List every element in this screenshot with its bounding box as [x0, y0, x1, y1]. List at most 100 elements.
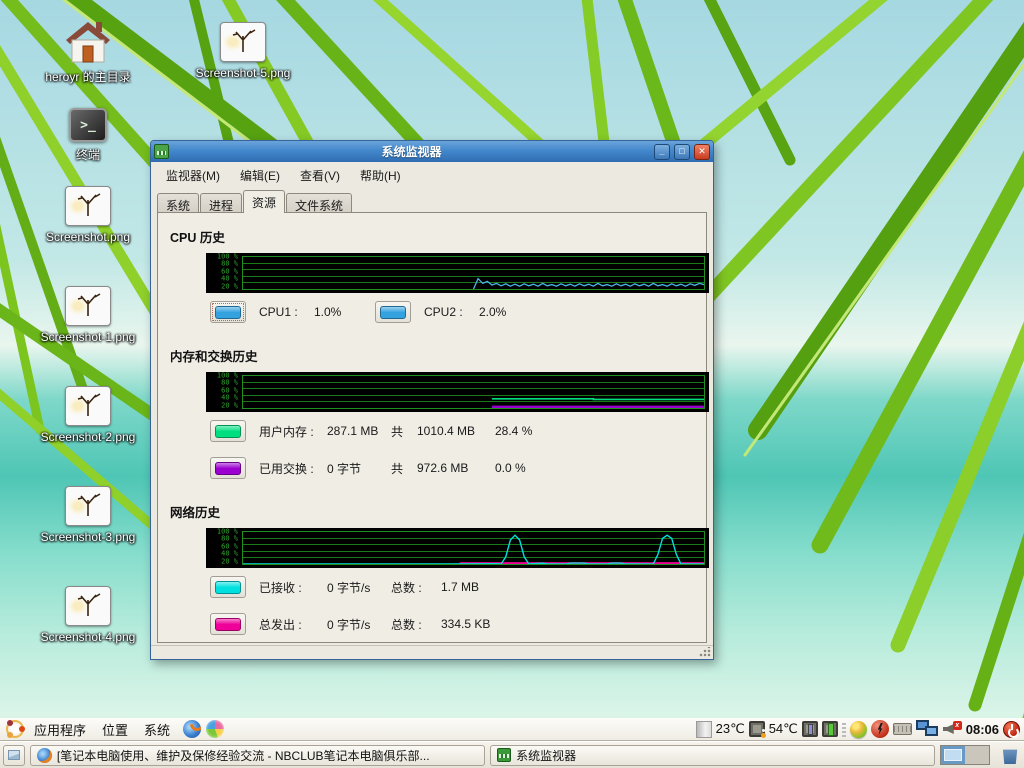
image-thumbnail-icon [65, 186, 111, 226]
cpu-legend-row: CPU1 : 1.0% CPU2 : 2.0% [210, 300, 706, 324]
swap-legend-row: 已用交换 : 0 字节 共 972.6 MB 0.0 % [210, 456, 706, 480]
volume-muted-icon[interactable]: x [942, 721, 962, 737]
home-icon [65, 20, 111, 64]
system-monitor-window: 系统监视器 _ □ ✕ 监视器(M) 编辑(E) 查看(V) 帮助(H) 系统 … [150, 140, 714, 660]
close-button[interactable]: ✕ [694, 144, 710, 160]
tab-resources[interactable]: 资源 [243, 190, 285, 213]
memory-plot-area [242, 375, 705, 409]
cpu1-color-button[interactable] [210, 301, 246, 323]
sensor-chip2-icon[interactable] [822, 721, 838, 737]
menu-edit[interactable]: 编辑(E) [231, 165, 289, 186]
network-plot-area [242, 531, 705, 565]
desktop-icon-label: Screenshot-2.png [41, 430, 136, 444]
applications-menu[interactable]: 应用程序 [26, 718, 94, 741]
image-thumbnail-icon [65, 386, 111, 426]
minimize-button[interactable]: _ [654, 144, 670, 160]
network-history-graph: 100 % 80 % 60 % 40 % 20 % [206, 528, 709, 568]
desktop-icon-label: 终端 [76, 146, 100, 163]
power-alert-icon[interactable] [871, 720, 889, 738]
swap-value: 0 字节 [327, 460, 391, 477]
taskbar-window-title: [笔记本电脑使用、维护及保修经验交流 - NBCLUB笔记本电脑俱乐部... [57, 747, 430, 764]
desktop-icon-label: Screenshot-5.png [196, 66, 291, 80]
cpu-temperature: 54℃ [769, 721, 798, 737]
system-monitor-icon [497, 748, 511, 762]
menu-monitor[interactable]: 监视器(M) [157, 165, 229, 186]
menu-help[interactable]: 帮助(H) [351, 165, 410, 186]
network-out-total-label: 总数 : [391, 616, 441, 633]
desktop-icon-label: Screenshot-3.png [41, 530, 136, 544]
image-thumbnail-icon [65, 486, 111, 526]
cpu-axis: 100 % 80 % 60 % 40 % 20 % [206, 256, 240, 290]
cpufreq-applet-icon[interactable] [696, 721, 712, 738]
menu-view[interactable]: 查看(V) [291, 165, 349, 186]
trash-icon[interactable] [1001, 746, 1019, 764]
taskbar-window-title: 系统监视器 [516, 747, 576, 764]
network-out-total: 334.5 KB [441, 617, 519, 631]
ambient-temperature: 23℃ [716, 721, 745, 737]
firefox-icon [37, 748, 52, 763]
image-thumbnail-icon [65, 586, 111, 626]
network-out-swatch [215, 618, 241, 631]
maximize-button[interactable]: □ [674, 144, 690, 160]
desktop-icon-screenshot2[interactable]: Screenshot-2.png [30, 386, 146, 444]
taskbar-window-system-monitor[interactable]: 系统监视器 [490, 745, 935, 766]
gnome-panel: 应用程序 位置 系统 23℃ 54℃ x 08:06 [0, 718, 1024, 741]
network-monitor-icon[interactable] [916, 720, 938, 738]
memory-user-of: 共 [391, 423, 417, 440]
network-in-color-button[interactable] [210, 576, 246, 598]
system-menu[interactable]: 系统 [136, 718, 178, 741]
cpu2-color-button[interactable] [375, 301, 411, 323]
cpu2-value: 2.0% [479, 305, 532, 319]
input-method-icon[interactable] [850, 721, 867, 738]
shutdown-icon[interactable] [1003, 721, 1020, 738]
taskbar-window-firefox[interactable]: [笔记本电脑使用、维护及保修经验交流 - NBCLUB笔记本电脑俱乐部... [30, 745, 485, 766]
desktop-icon-label: Screenshot.png [46, 230, 130, 244]
desktop-icon-screenshot1[interactable]: Screenshot-1.png [30, 286, 146, 344]
firefox-launcher-icon[interactable] [183, 720, 201, 738]
cpu-history-graph: 100 % 80 % 60 % 40 % 20 % [206, 253, 709, 293]
desktop-icon-terminal[interactable]: >_ 终端 [30, 108, 146, 163]
system-tray: 23℃ 54℃ x 08:06 [696, 718, 1020, 741]
network-out-label: 总发出 : [259, 616, 327, 633]
cpu-thermometer-icon[interactable] [749, 721, 765, 737]
cpu2-swatch [380, 306, 406, 319]
desktop-icon-screenshot[interactable]: Screenshot.png [30, 186, 146, 244]
memory-user-label: 用户内存 : [259, 423, 327, 440]
network-axis: 100 % 80 % 60 % 40 % 20 % [206, 531, 240, 565]
memory-user-color-button[interactable] [210, 420, 246, 442]
network-in-total: 1.7 MB [441, 580, 519, 594]
tab-filesystems[interactable]: 文件系统 [286, 193, 352, 213]
workspace-2[interactable] [965, 746, 989, 764]
places-menu[interactable]: 位置 [94, 718, 136, 741]
window-titlebar[interactable]: 系统监视器 _ □ ✕ [151, 141, 713, 162]
workspace-1[interactable] [941, 746, 965, 764]
desktop-icon-label: heroyr 的主目录 [45, 68, 130, 85]
window-statusbar [151, 645, 713, 659]
cpu-series-line [474, 279, 705, 289]
sensor-chip-icon[interactable] [802, 721, 818, 737]
tab-processes[interactable]: 进程 [200, 193, 242, 213]
network-out-color-button[interactable] [210, 613, 246, 635]
desktop-icon-label: Screenshot-4.png [41, 630, 136, 644]
network-in-label: 已接收 : [259, 579, 327, 596]
desktop-icon-screenshot3[interactable]: Screenshot-3.png [30, 486, 146, 544]
terminal-icon: >_ [69, 108, 107, 142]
tab-system[interactable]: 系统 [157, 193, 199, 213]
ubuntu-menu-icon[interactable] [6, 720, 24, 738]
desktop-icon-home[interactable]: heroyr 的主目录 [30, 20, 146, 85]
show-desktop-button[interactable] [3, 745, 25, 766]
network-out-value: 0 字节/s [327, 616, 391, 633]
desktop-icon-screenshot5[interactable]: Screenshot-5.png [185, 22, 301, 80]
app-launcher-icon[interactable] [206, 720, 224, 738]
clock[interactable]: 08:06 [966, 722, 999, 737]
swap-color-button[interactable] [210, 457, 246, 479]
network-in-series-line [243, 535, 704, 564]
swap-of: 共 [391, 460, 417, 477]
resize-grip[interactable] [699, 647, 711, 657]
swap-label: 已用交换 : [259, 460, 327, 477]
memory-user-percent: 28.4 % [495, 424, 532, 438]
image-thumbnail-icon [65, 286, 111, 326]
keyboard-indicator-icon[interactable] [893, 723, 912, 735]
cpu1-swatch [215, 306, 241, 319]
desktop-icon-screenshot4[interactable]: Screenshot-4.png [30, 586, 146, 644]
